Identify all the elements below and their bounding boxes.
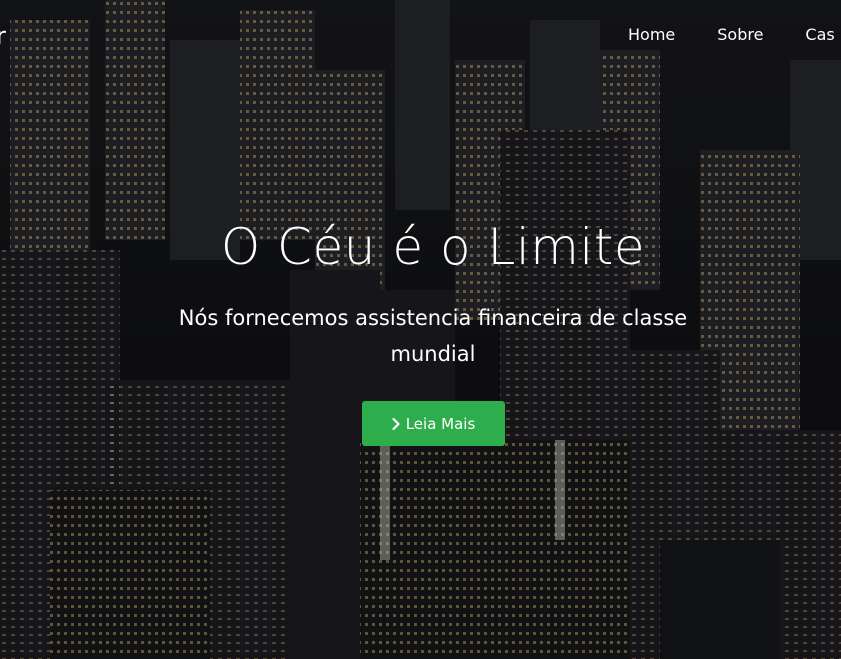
nav-item-home[interactable]: Home — [628, 25, 675, 44]
hero-headline: O Céu é o Limite — [220, 218, 646, 276]
nav-item-sobre[interactable]: Sobre — [717, 25, 763, 44]
hero-section: r Home Sobre Cas O Céu é o Limite Nós fo… — [0, 0, 841, 659]
brand-logo[interactable]: r — [0, 22, 6, 50]
leia-mais-button[interactable]: Leia Mais — [362, 401, 505, 446]
leia-mais-label: Leia Mais — [405, 414, 476, 433]
chevron-right-icon — [392, 417, 400, 430]
top-navigation: Home Sobre Cas — [628, 25, 841, 44]
nav-item-cas[interactable]: Cas — [805, 25, 834, 44]
hero-subtitle: Nós fornecemos assistencia financeira de… — [178, 306, 688, 366]
